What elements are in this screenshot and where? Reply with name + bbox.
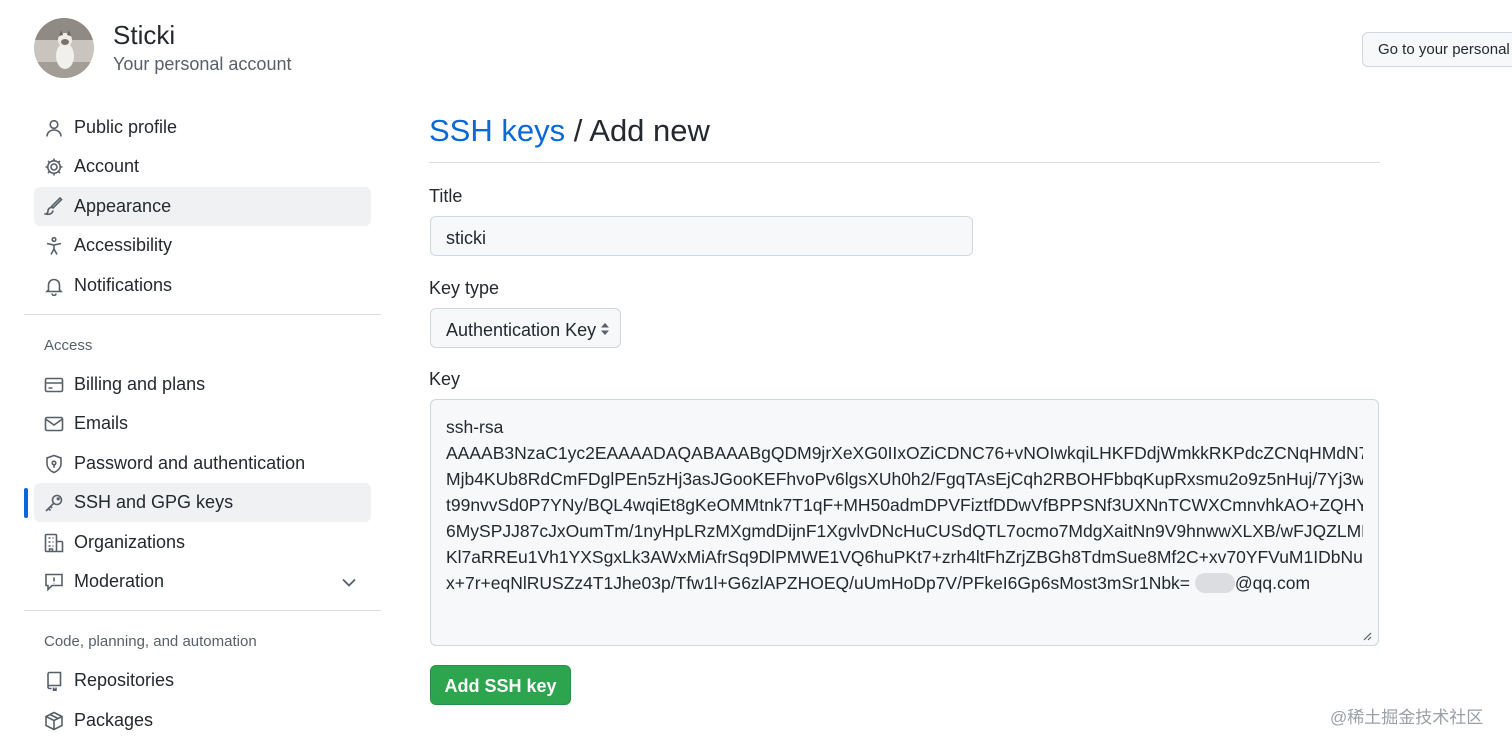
sidebar-item-label: Public profile: [74, 117, 178, 137]
key-line: Mjb4KUb8RdCmFDglPEn5zHj3asJGooKEFhvoPv6l…: [446, 469, 1363, 489]
chevron-down-icon[interactable]: [340, 573, 358, 591]
sidebar-item-label: Organizations: [74, 532, 186, 552]
sidebar-item-notifications[interactable]: Notifications: [34, 266, 371, 305]
title-divider: [429, 162, 1380, 163]
key-line: ssh-rsa: [446, 417, 504, 437]
paintbrush-icon: [44, 197, 64, 217]
sidebar-item-billing[interactable]: Billing and plans: [34, 365, 371, 404]
sidebar-item-account[interactable]: Account: [34, 147, 371, 186]
key-type-select[interactable]: Authentication Key: [430, 308, 621, 348]
sidebar-item-repositories[interactable]: Repositories: [34, 661, 371, 700]
watermark: @稀土掘金技术社区: [1330, 708, 1484, 727]
avatar: [34, 18, 94, 78]
sidebar-item-public-profile[interactable]: Public profile: [34, 108, 371, 147]
sidebar-item-label: Billing and plans: [74, 374, 206, 394]
report-icon: [44, 572, 64, 592]
sidebar-item-label: Moderation: [74, 571, 165, 591]
title-field-label: Title: [429, 186, 463, 206]
active-indicator: [24, 488, 28, 518]
sidebar-item-label: Emails: [74, 413, 129, 433]
sidebar-divider: [24, 610, 381, 611]
shield-lock-icon: [44, 454, 64, 474]
key-line: x+7r+eqNlRUSZz4T1Jhe03p/Tfw1l+G6zlAPZHOE…: [446, 573, 1191, 593]
sidebar-item-accessibility[interactable]: Accessibility: [34, 226, 371, 265]
sidebar-item-label: Appearance: [74, 196, 172, 216]
sidebar-item-emails[interactable]: Emails: [34, 404, 371, 443]
mail-icon: [44, 414, 64, 434]
sidebar-divider: [24, 314, 381, 315]
breadcrumb-separator: /: [573, 113, 583, 148]
accessibility-icon: [44, 236, 64, 256]
bell-icon: [44, 276, 64, 296]
select-arrows-icon: [599, 321, 611, 337]
add-ssh-key-button[interactable]: Add SSH key: [430, 665, 571, 705]
key-line: t99nvvSd0P7YNy/BQL4wqiEt8gKeOMMtnk7T1qF+…: [446, 495, 1363, 515]
sidebar-heading-access: Access: [44, 337, 93, 354]
page-title: SSH keys / Add new: [429, 113, 710, 149]
sidebar-item-label: SSH and GPG keys: [74, 492, 234, 512]
breadcrumb-ssh-keys-link[interactable]: SSH keys: [429, 113, 565, 148]
credit-card-icon: [44, 375, 64, 395]
sidebar-item-label: Accessibility: [74, 235, 173, 255]
sidebar-heading-code: Code, planning, and automation: [44, 633, 257, 650]
user-subtitle: Your personal account: [113, 54, 292, 74]
key-line: Kl7aRREu1Vh1YXSgxLk3AWxMiAfrSq9DlPMWE1VQ…: [446, 547, 1363, 567]
sidebar-item-label: Password and authentication: [74, 453, 306, 473]
key-field-label: Key: [429, 369, 461, 389]
organization-icon: [44, 533, 64, 553]
package-icon: [44, 711, 64, 731]
user-name: Sticki: [113, 20, 176, 50]
sidebar-item-appearance[interactable]: Appearance: [34, 187, 371, 226]
sidebar-item-moderation[interactable]: Moderation: [34, 562, 371, 601]
key-line: AAAAB3NzaC1yc2EAAAADAQABAAABgQDM9jrXeXG0…: [446, 443, 1363, 463]
redacted-blur: [1194, 573, 1235, 593]
sidebar-item-label: Account: [74, 156, 140, 176]
sidebar-item-ssh-gpg-keys[interactable]: SSH and GPG keys: [34, 483, 371, 522]
key-textarea[interactable]: ssh-rsa AAAAB3NzaC1yc2EAAAADAQABAAABgQDM…: [430, 399, 1379, 646]
sidebar-item-label: Packages: [74, 710, 154, 730]
key-email-suffix: @qq.com: [1234, 573, 1311, 593]
key-line: 6MySPJJ87cJxOumTm/1nyHpLRzMXgmdDijnF1Xgv…: [446, 521, 1363, 541]
sidebar-item-packages[interactable]: Packages: [34, 701, 371, 740]
go-to-personal-profile-button[interactable]: Go to your personal: [1362, 32, 1512, 67]
key-line-last: x+7r+eqNlRUSZz4T1Jhe03p/Tfw1l+G6zlAPZHOE…: [446, 570, 1363, 596]
gear-icon: [44, 157, 64, 177]
sidebar-item-organizations[interactable]: Organizations: [34, 523, 371, 562]
title-input[interactable]: sticki: [430, 216, 973, 256]
person-icon: [44, 118, 64, 138]
sidebar-item-label: Notifications: [74, 275, 173, 295]
sidebar-item-password-authentication[interactable]: Password and authentication: [34, 444, 371, 483]
key-icon: [44, 493, 64, 513]
repo-icon: [44, 671, 64, 691]
resize-handle-icon[interactable]: [1362, 631, 1372, 641]
sidebar-item-label: Repositories: [74, 670, 175, 690]
key-type-label: Key type: [429, 278, 500, 298]
key-type-value: Authentication Key: [446, 320, 597, 340]
page-title-text: Add new: [589, 113, 710, 148]
